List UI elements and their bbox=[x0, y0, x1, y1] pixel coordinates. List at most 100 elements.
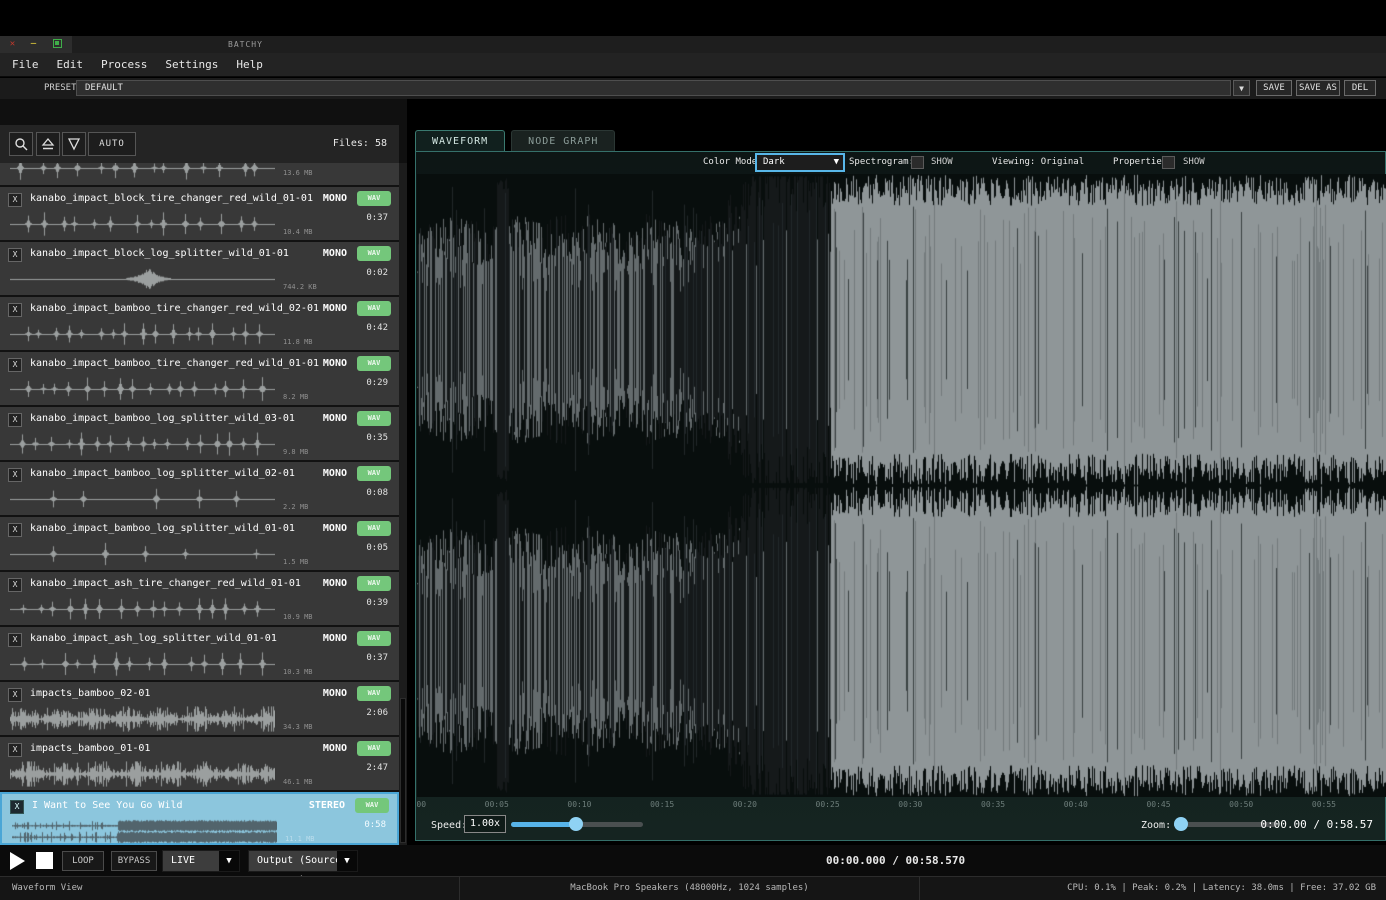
timeline-ruler[interactable]: 00:00 00:05 00:10 00:15 00:20 00:25 00:30 00:35… bbox=[417, 798, 1386, 812]
stop-icon[interactable] bbox=[36, 852, 53, 869]
file-name: kanabo_impact_block_log_splitter_wild_01… bbox=[30, 248, 289, 259]
preset-dropdown-arrow-icon[interactable]: ▼ bbox=[1233, 80, 1250, 96]
channel-badge: MONO bbox=[322, 633, 347, 644]
zoom-slider-thumb[interactable] bbox=[1174, 817, 1188, 831]
channel-badge: MONO bbox=[322, 193, 347, 204]
file-row[interactable]: X kanabo_impact_block_tire_changer_red_w… bbox=[0, 187, 399, 240]
remove-file-button[interactable]: X bbox=[8, 248, 22, 262]
file-row[interactable]: X kanabo_impact_bamboo_tire_changer_red_… bbox=[0, 297, 399, 350]
file-name: kanabo_impact_bamboo_tire_changer_red_wi… bbox=[30, 303, 319, 314]
file-size: 10.3 MB bbox=[283, 668, 313, 676]
auto-button[interactable]: AUTO bbox=[88, 132, 136, 156]
search-button[interactable] bbox=[9, 132, 33, 156]
file-row[interactable]: X kanabo_impact_bamboo_tire_changer_red_… bbox=[0, 352, 399, 405]
channel-badge: STEREO bbox=[308, 800, 345, 811]
color-mode-select[interactable]: Dark ▼ bbox=[755, 153, 845, 172]
file-row[interactable]: X kanabo_impact_bamboo_log_splitter_wild… bbox=[0, 407, 399, 460]
format-badge: WAV bbox=[355, 798, 389, 813]
remove-file-button[interactable]: X bbox=[8, 303, 22, 317]
chevron-down-icon: ▼ bbox=[833, 157, 839, 167]
loop-button[interactable]: LOOP bbox=[62, 851, 104, 871]
waveform-time-readout: 0:00.00 / 0:58.57 bbox=[1260, 818, 1373, 831]
scrollbar-thumb[interactable] bbox=[400, 698, 406, 843]
file-sidebar: AUTO Files: 58 13.6 MB X kanabo_impact_b… bbox=[0, 99, 407, 845]
file-row[interactable]: X kanabo_impact_ash_tire_changer_red_wil… bbox=[0, 572, 399, 625]
file-duration: 0:08 bbox=[366, 488, 388, 498]
file-row[interactable]: X impacts_bamboo_02-01 MONO WAV 2:06 34.… bbox=[0, 682, 399, 735]
format-badge: WAV bbox=[357, 686, 391, 701]
file-name: kanabo_impact_ash_tire_changer_red_wild_… bbox=[30, 578, 301, 589]
file-list-scrollbar[interactable] bbox=[399, 163, 407, 845]
file-row[interactable]: X kanabo_impact_bamboo_log_splitter_wild… bbox=[0, 517, 399, 570]
sort-icon bbox=[41, 137, 55, 150]
preset-save-button[interactable]: SAVE bbox=[1256, 80, 1292, 96]
file-duration: 0:37 bbox=[366, 653, 388, 663]
remove-file-button[interactable]: X bbox=[8, 523, 22, 537]
file-size: 11.8 MB bbox=[283, 338, 313, 346]
window-title: BATCHY bbox=[228, 40, 263, 49]
tab-waveform[interactable]: WAVEFORM bbox=[415, 130, 506, 151]
timeline-tick: 00:55 bbox=[1311, 800, 1336, 809]
waveform-canvas[interactable] bbox=[417, 174, 1386, 797]
remove-file-button[interactable]: X bbox=[8, 578, 22, 592]
file-name: kanabo_impact_block_tire_changer_red_wil… bbox=[30, 193, 313, 204]
remove-file-button[interactable]: X bbox=[8, 193, 22, 207]
speed-value-field[interactable]: 1.00x bbox=[464, 815, 506, 833]
file-size: 1.5 MB bbox=[283, 558, 309, 566]
channel-badge: MONO bbox=[322, 358, 347, 369]
remove-file-button[interactable]: X bbox=[8, 468, 22, 482]
preset-delete-button[interactable]: DEL bbox=[1344, 80, 1376, 96]
file-size: 34.3 MB bbox=[283, 723, 313, 731]
color-mode-value: Dark bbox=[763, 157, 785, 167]
file-waveform bbox=[10, 431, 275, 457]
channel-badge: MONO bbox=[322, 688, 347, 699]
remove-file-button[interactable]: X bbox=[8, 743, 22, 757]
sort-button[interactable] bbox=[36, 132, 60, 156]
minimize-icon[interactable]: — bbox=[28, 39, 39, 50]
maximize-icon[interactable] bbox=[53, 39, 62, 48]
speed-slider-thumb[interactable] bbox=[569, 817, 583, 831]
properties-checkbox[interactable] bbox=[1162, 156, 1175, 169]
output-select[interactable]: Output (Source SR, WAV) ▼ bbox=[248, 850, 358, 886]
file-name: I Want to See You Go Wild bbox=[32, 800, 183, 811]
file-size: 11.1 MB bbox=[285, 835, 315, 843]
view-tabs: WAVEFORM NODE GRAPH bbox=[415, 130, 616, 151]
speed-slider[interactable] bbox=[511, 817, 643, 831]
timeline-tick: 00:05 bbox=[484, 800, 509, 809]
remove-file-button[interactable]: X bbox=[8, 688, 22, 702]
spectrogram-checkbox[interactable] bbox=[911, 156, 924, 169]
menu-item-settings[interactable]: Settings bbox=[165, 58, 218, 71]
file-row[interactable]: X kanabo_impact_ash_log_splitter_wild_01… bbox=[0, 627, 399, 680]
play-icon[interactable] bbox=[10, 852, 25, 870]
menu-item-file[interactable]: File bbox=[12, 58, 39, 71]
filter-button[interactable] bbox=[62, 132, 86, 156]
bypass-button[interactable]: BYPASS bbox=[111, 851, 157, 871]
live-select[interactable]: LIVE ▼ bbox=[162, 850, 240, 872]
file-row[interactable]: X impacts_bamboo_01-01 MONO WAV 2:47 46.… bbox=[0, 737, 399, 790]
format-badge: WAV bbox=[357, 301, 391, 316]
preset-field[interactable]: DEFAULT bbox=[76, 80, 1231, 96]
remove-file-button[interactable]: X bbox=[8, 358, 22, 372]
remove-file-button[interactable]: X bbox=[8, 633, 22, 647]
file-row[interactable]: X kanabo_impact_bamboo_log_splitter_wild… bbox=[0, 462, 399, 515]
close-icon[interactable]: ✕ bbox=[7, 39, 18, 50]
remove-file-button[interactable]: X bbox=[8, 413, 22, 427]
search-icon bbox=[15, 138, 28, 151]
tab-node-graph[interactable]: NODE GRAPH bbox=[511, 130, 616, 151]
waveform-display[interactable] bbox=[417, 174, 1386, 797]
menu-item-edit[interactable]: Edit bbox=[57, 58, 84, 71]
preset-save-as-button[interactable]: SAVE AS bbox=[1296, 80, 1340, 96]
file-duration: 0:39 bbox=[366, 598, 388, 608]
file-name: kanabo_impact_ash_log_splitter_wild_01-0… bbox=[30, 633, 277, 644]
file-duration: 0:58 bbox=[364, 820, 386, 830]
menu-item-help[interactable]: Help bbox=[236, 58, 263, 71]
remove-file-button[interactable]: X bbox=[10, 800, 24, 814]
file-row[interactable]: X kanabo_impact_block_log_splitter_wild_… bbox=[0, 242, 399, 295]
chevron-down-icon: ▼ bbox=[219, 851, 239, 871]
timeline-tick: 00:20 bbox=[732, 800, 757, 809]
channel-badge: MONO bbox=[322, 578, 347, 589]
channel-badge: MONO bbox=[322, 523, 347, 534]
file-row-partial[interactable]: 13.6 MB bbox=[0, 163, 399, 185]
file-row[interactable]: X I Want to See You Go Wild STEREO WAV 0… bbox=[0, 792, 399, 845]
menu-item-process[interactable]: Process bbox=[101, 58, 147, 71]
